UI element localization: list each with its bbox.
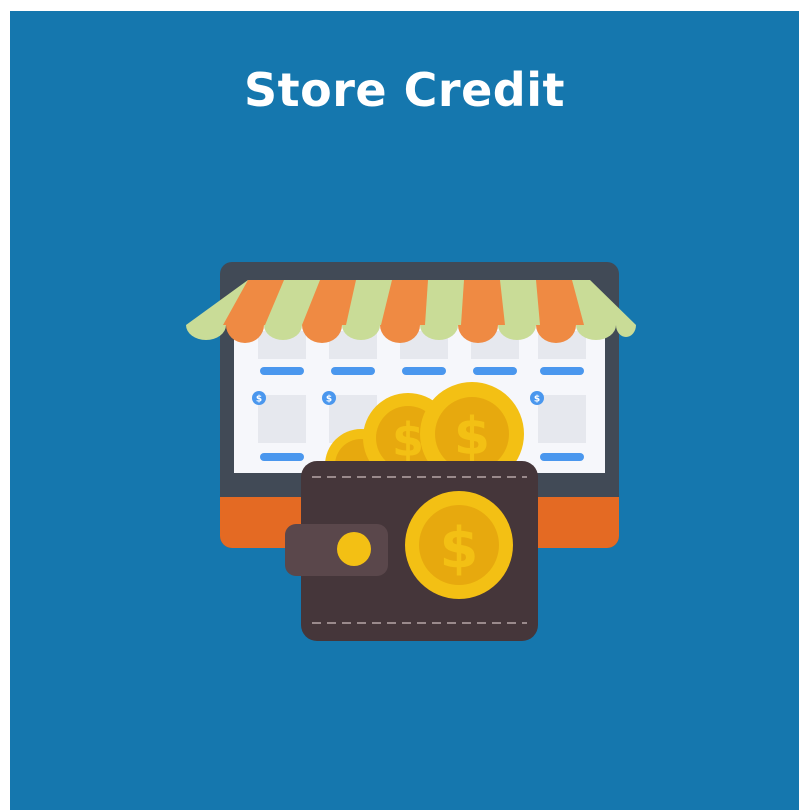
wallet-icon: $ (285, 461, 538, 641)
svg-text:$: $ (534, 395, 540, 405)
store-credit-illustration: $ $ $ $ $ $ (186, 262, 636, 641)
svg-text:$: $ (440, 516, 479, 581)
svg-text:$: $ (326, 395, 332, 405)
svg-text:$: $ (256, 395, 262, 405)
svg-text:$: $ (392, 413, 424, 467)
awning-icon (186, 280, 636, 343)
svg-text:$: $ (454, 407, 490, 467)
banner: Store Credit $ $ $ $ $ $ (10, 11, 799, 810)
